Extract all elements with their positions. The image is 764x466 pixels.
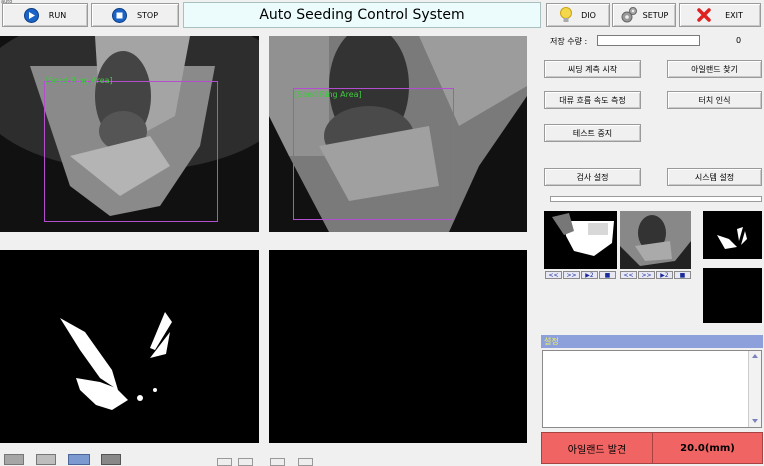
camera-icon[interactable]	[4, 454, 24, 465]
thumbnail-1-controls: << >> ▶2 ■	[545, 271, 617, 279]
roi-box[interactable]	[44, 81, 218, 222]
flow-speed-button[interactable]: 대류 흐름 속도 측정	[544, 91, 641, 109]
stop-button[interactable]: ■	[599, 271, 616, 279]
run-button[interactable]: RUN	[2, 3, 88, 27]
thumbnail-3[interactable]	[703, 211, 762, 259]
snapshot-icon[interactable]	[36, 454, 56, 465]
bottom-toolbar	[0, 452, 330, 466]
close-icon	[697, 8, 711, 22]
thumbnail-image-1	[544, 211, 617, 269]
binary-view-2[interactable]	[269, 250, 527, 443]
roi-box[interactable]	[293, 88, 454, 220]
setup-button[interactable]: SETUP	[612, 3, 676, 27]
play-2x-button[interactable]: ▶2	[656, 271, 673, 279]
title-bar: Auto Seeding Control System	[183, 2, 541, 28]
thumbnail-4[interactable]	[703, 268, 762, 323]
log-title: 설정	[544, 337, 559, 346]
folder-icon[interactable]	[68, 454, 90, 465]
rewind-button[interactable]: <<	[545, 271, 562, 279]
log-header: 설정	[541, 335, 763, 348]
stop-icon	[111, 7, 127, 23]
exit-button[interactable]: EXIT	[679, 3, 761, 27]
dio-button[interactable]: DIO	[546, 3, 610, 27]
status-strip: 아일랜드 발견 20.0(mm)	[541, 432, 763, 464]
exit-label: EXIT	[725, 10, 743, 20]
roi-label: [Seed Ring Area]	[45, 76, 113, 85]
thumbnail-1[interactable]	[544, 211, 617, 269]
setup-label: SETUP	[642, 10, 669, 20]
dio-label: DIO	[581, 10, 596, 20]
run-label: RUN	[48, 10, 67, 20]
stop-button[interactable]: ■	[674, 271, 691, 279]
thumbnail-2-controls: << >> ▶2 ■	[620, 271, 692, 279]
play-icon	[23, 7, 39, 23]
inspect-settings-button[interactable]: 검사 설정	[544, 168, 641, 186]
touch-detect-button[interactable]: 터치 인식	[667, 91, 762, 109]
tool-icon[interactable]	[101, 454, 121, 465]
camera-view-1[interactable]: [Seed Ring Area]	[0, 36, 259, 232]
system-settings-button[interactable]: 시스템 설정	[667, 168, 762, 186]
thumbnail-image-3	[703, 211, 762, 259]
log-scrollbar[interactable]	[748, 351, 761, 427]
test-stop-button[interactable]: 테스트 중지	[544, 124, 641, 142]
forward-button[interactable]: >>	[638, 271, 655, 279]
forward-button[interactable]: >>	[563, 271, 580, 279]
log-textarea[interactable]	[542, 350, 762, 428]
thumbnail-image-2	[620, 211, 691, 269]
counter-label: 저장 수량 :	[550, 37, 588, 46]
status-label: 아일랜드 발견	[542, 433, 653, 463]
status-value: 20.0(mm)	[680, 442, 735, 454]
stop-label: STOP	[136, 10, 159, 20]
roi-label: [Seed Ring Area]	[294, 90, 362, 99]
seeding-start-button[interactable]: 씨딩 계측 시작	[544, 60, 641, 78]
counter-field	[597, 35, 700, 46]
play-2x-button[interactable]: ▶2	[581, 271, 598, 279]
stop-button[interactable]: STOP	[91, 3, 179, 27]
camera-view-2[interactable]: [Seed Ring Area]	[269, 36, 527, 232]
gear-icon	[620, 6, 638, 24]
scroll-up-icon[interactable]	[752, 354, 758, 358]
scroll-down-icon[interactable]	[752, 419, 758, 423]
island-find-button[interactable]: 아일랜드 찾기	[667, 60, 762, 78]
counter-value: 0	[736, 36, 742, 45]
app-title: Auto Seeding Control System	[259, 7, 465, 23]
lightbulb-icon	[560, 6, 573, 24]
binary-image-1	[0, 250, 259, 443]
binary-view-1[interactable]	[0, 250, 259, 443]
rewind-button[interactable]: <<	[620, 271, 637, 279]
thumbnail-2[interactable]	[620, 211, 691, 269]
progress-bar	[550, 196, 762, 202]
